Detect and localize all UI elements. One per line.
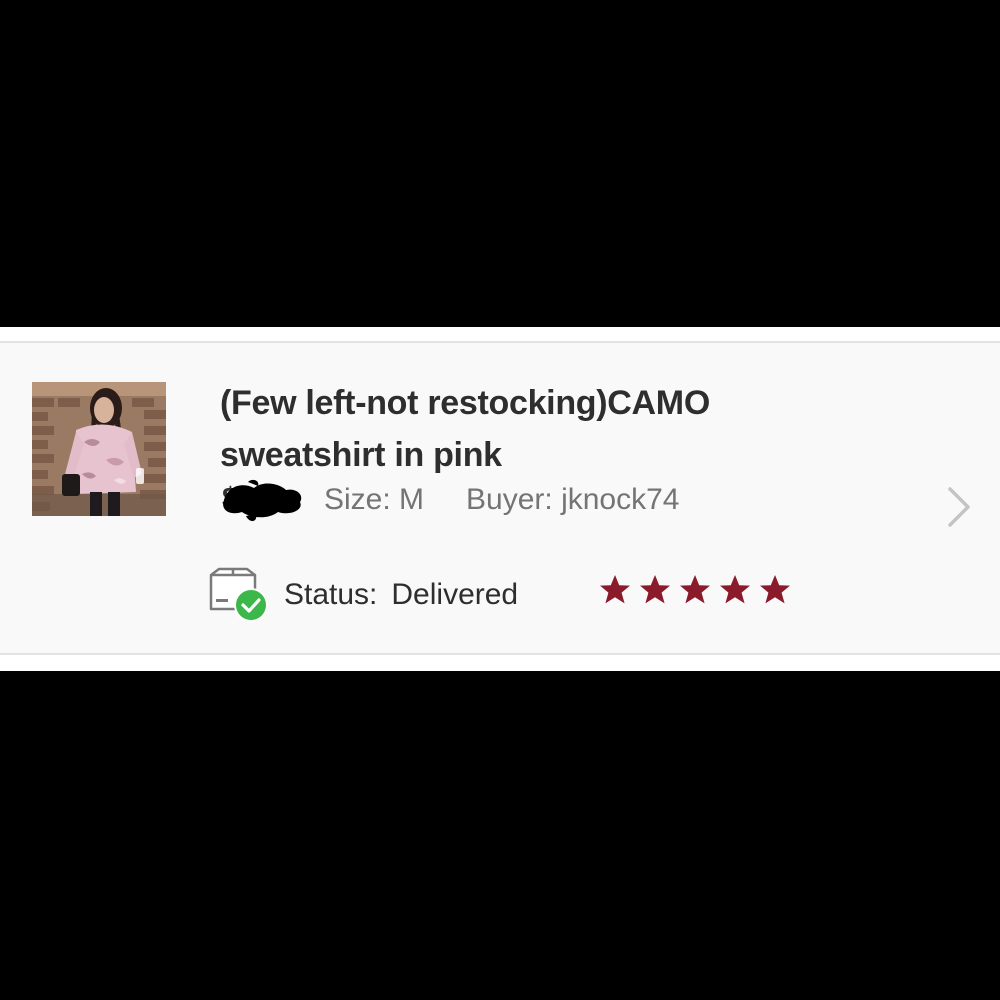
item-title-line1: (Few left-not restocking)CAMO: [220, 384, 710, 422]
redaction-scribble: [223, 479, 302, 522]
star-icon: [720, 575, 750, 604]
product-photo-image: [32, 382, 166, 516]
order-list-band: (Few left-not restocking)CAMO sweatshirt…: [0, 327, 1000, 671]
product-thumbnail: [32, 382, 166, 516]
price-redacted: $25: [220, 478, 304, 522]
rating-stars: [598, 573, 798, 607]
package-delivered-icon: [206, 565, 272, 625]
status-row: Status: Delivered: [206, 565, 518, 625]
star-icon: [680, 575, 710, 604]
item-title-line2: sweatshirt in pink: [220, 436, 502, 474]
star-icon: [600, 575, 630, 604]
status-value: Delivered: [391, 578, 519, 611]
status-label: Status:: [284, 578, 378, 611]
item-title: (Few left-not restocking)CAMO sweatshirt…: [220, 377, 840, 481]
order-card[interactable]: (Few left-not restocking)CAMO sweatshirt…: [0, 341, 1000, 655]
item-meta-row: $25 Size: M Buyer: jknock74: [220, 478, 679, 522]
star-icon: [640, 575, 670, 604]
chevron-right-icon[interactable]: [944, 485, 974, 529]
size-label: Size: M: [324, 483, 425, 516]
screen: (Few left-not restocking)CAMO sweatshirt…: [0, 0, 1000, 1000]
buyer-label: Buyer: jknock74: [466, 483, 680, 516]
star-icon: [760, 575, 790, 604]
